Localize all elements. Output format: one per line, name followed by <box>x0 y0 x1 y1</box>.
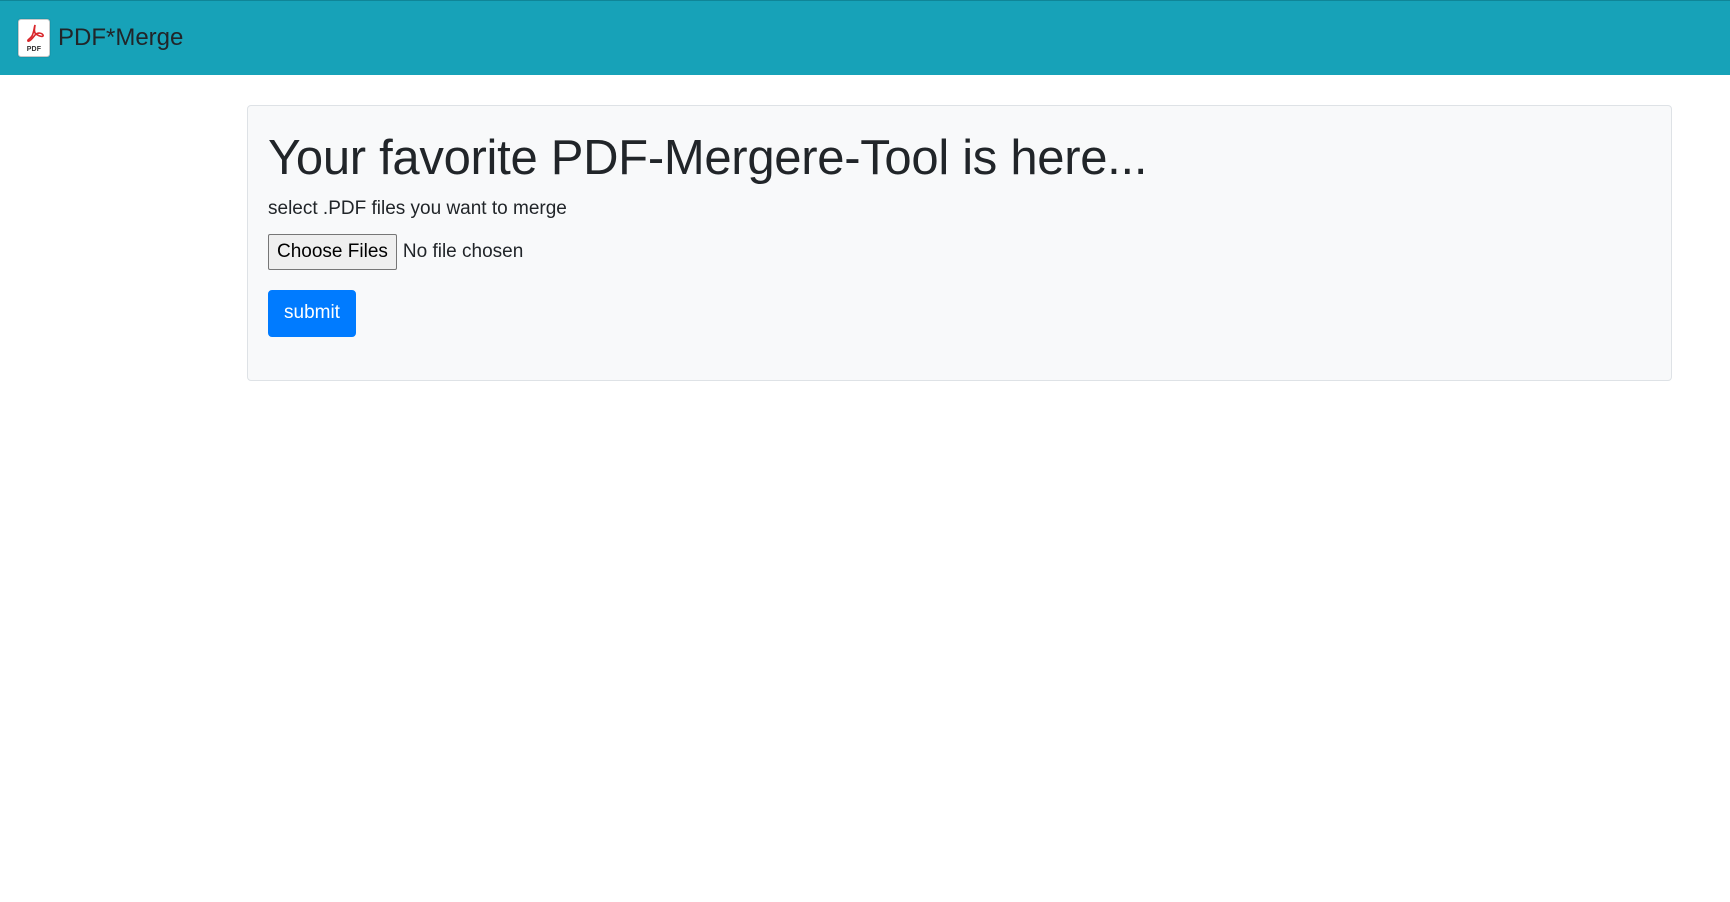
file-status-text: No file chosen <box>402 240 524 262</box>
pdf-logo-label: PDF <box>26 46 42 53</box>
acrobat-swirl-icon <box>27 24 44 42</box>
top-navbar: PDF PDF*Merge <box>0 0 1730 75</box>
submit-button[interactable]: submit <box>268 289 356 337</box>
file-input[interactable]: Choose Files No file chosen <box>268 233 1651 270</box>
page-title: Your favorite PDF-Mergere-Tool is here..… <box>268 131 1148 185</box>
choose-files-button[interactable]: Choose Files <box>268 233 397 270</box>
brand-name[interactable]: PDF*Merge <box>58 24 183 52</box>
merge-panel: Your favorite PDF-Mergere-Tool is here..… <box>247 105 1672 381</box>
pdf-file-icon[interactable]: PDF <box>18 19 50 57</box>
instruction-text: select .PDF files you want to merge <box>268 197 567 219</box>
